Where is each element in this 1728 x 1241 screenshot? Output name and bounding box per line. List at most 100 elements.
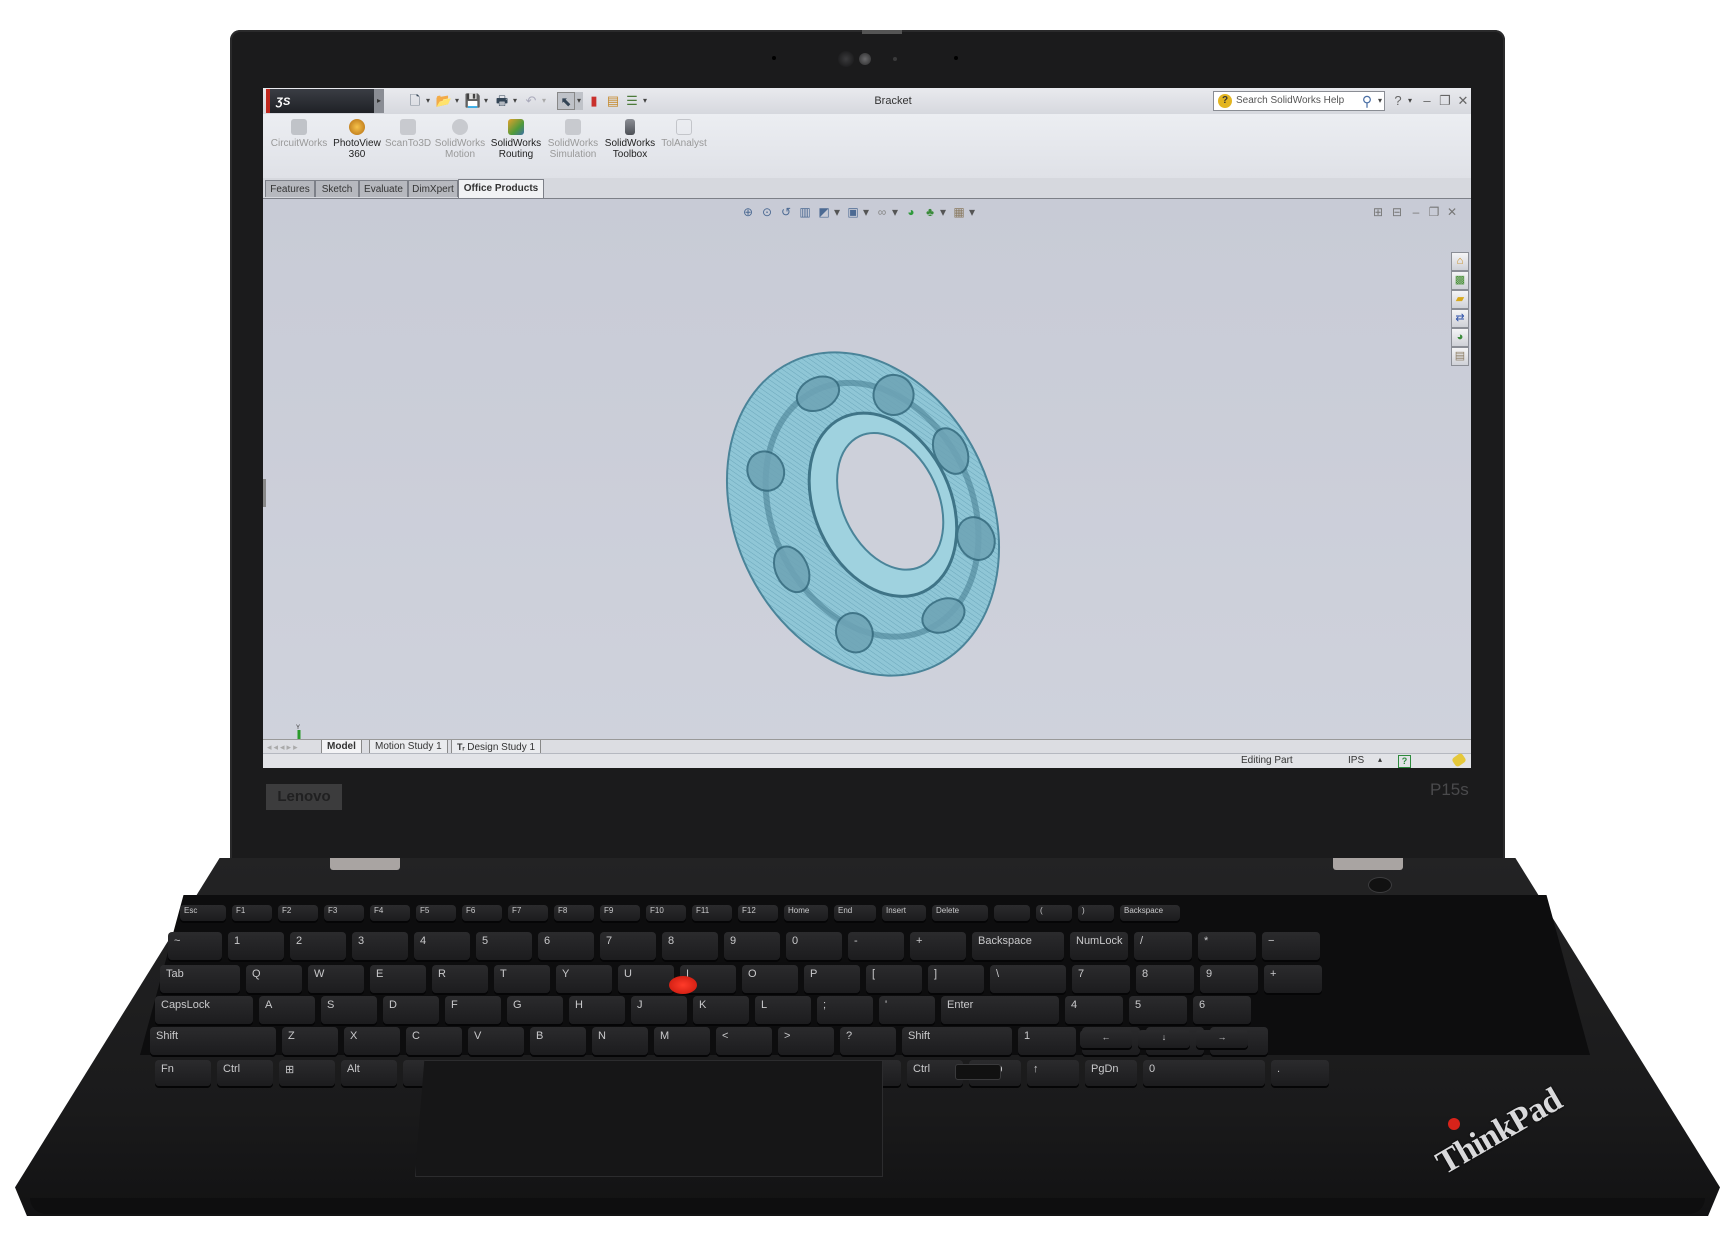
power-button[interactable]: [1368, 877, 1392, 893]
solidworks-resources-icon[interactable]: ⌂: [1451, 252, 1469, 271]
microphone: [954, 56, 958, 60]
print-icon[interactable]: 🖶: [493, 92, 511, 110]
keyboard-deck: [140, 895, 1590, 1055]
select-dropdown[interactable]: ▾: [575, 92, 583, 110]
apply-scene-dropdown[interactable]: ▾: [939, 204, 947, 220]
options-icon[interactable]: ☰: [623, 92, 641, 110]
undo-dropdown[interactable]: ▾: [540, 92, 548, 110]
help-question-icon: ?: [1218, 94, 1232, 108]
print-dropdown[interactable]: ▾: [511, 92, 519, 110]
tab-label: Design Study 1: [467, 742, 536, 753]
view-orientation-dropdown[interactable]: ▾: [833, 204, 841, 220]
custom-properties-icon[interactable]: ▤: [1451, 347, 1469, 366]
menu-expand-arrow[interactable]: ▸: [374, 89, 384, 113]
quick-tips-icon[interactable]: ?: [1398, 755, 1411, 768]
tab-office-products[interactable]: Office Products: [458, 179, 544, 198]
display-style-dropdown[interactable]: ▾: [862, 204, 870, 220]
ds-logo-icon: ƷS: [276, 96, 291, 108]
cmd-label: SolidWorks: [434, 138, 486, 149]
status-mode: Editing Part: [1241, 755, 1293, 766]
tab-scroll-arrows[interactable]: ◂◂◂▸▸: [267, 741, 321, 753]
previous-view-icon[interactable]: ↺: [778, 204, 794, 220]
routing-icon: [508, 119, 524, 135]
cmd-circuitworks[interactable]: CircuitWorks: [269, 117, 329, 175]
cmd-label-line2: Toolbox: [612, 149, 648, 160]
cmd-scanto3d[interactable]: ScanTo3D: [385, 117, 431, 175]
y-axis-label: Y: [296, 725, 300, 731]
rebuild-icon[interactable]: ▮: [585, 92, 603, 110]
fingerprint-reader[interactable]: [955, 1064, 1001, 1080]
tab-design-study-1[interactable]: Tᵣ Design Study 1: [451, 740, 542, 754]
search-icon[interactable]: ⚲: [1358, 92, 1376, 110]
tab-sketch[interactable]: Sketch: [315, 180, 359, 197]
command-manager-tabs: Features Sketch Evaluate DimXpert Office…: [263, 178, 1471, 199]
solidworks-menu-button[interactable]: ƷS SOLIDWORKS: [266, 89, 374, 133]
cmd-solidworks-simulation[interactable]: SolidWorks Simulation: [545, 117, 601, 175]
minimize-button[interactable]: ‒: [1418, 91, 1436, 111]
cmd-photoview-360[interactable]: PhotoView 360: [331, 117, 383, 175]
edit-appearance-icon[interactable]: ◕: [903, 204, 919, 220]
save-dropdown[interactable]: ▾: [482, 92, 490, 110]
viewport-restore-button[interactable]: ❐: [1426, 204, 1442, 220]
viewport-minimize-button[interactable]: ‒: [1408, 204, 1424, 220]
viewport-close-button[interactable]: ✕: [1444, 204, 1460, 220]
tab-motion-study-1[interactable]: Motion Study 1: [369, 740, 448, 754]
hide-show-dropdown[interactable]: ▾: [891, 204, 899, 220]
title-bar: ƷS SOLIDWORKS ▸ 🗋 ▾ 📂 ▾ 💾 ▾ 🖶 ▾ ↶ ▾ ⬉ ▾ …: [263, 88, 1471, 133]
cmd-tolanalyst[interactable]: TolAnalyst: [659, 117, 709, 175]
help-dropdown[interactable]: ▾: [1406, 92, 1414, 110]
split-horizontal-icon[interactable]: ⊞: [1370, 204, 1386, 220]
cmd-solidworks-motion[interactable]: SolidWorks Motion: [433, 117, 487, 175]
undo-icon[interactable]: ↶: [522, 92, 540, 110]
trackpoint[interactable]: [669, 976, 697, 994]
cmd-solidworks-toolbox[interactable]: SolidWorks Toolbox: [603, 117, 657, 175]
photoview-icon: [349, 119, 365, 135]
save-icon[interactable]: 💾: [464, 92, 482, 110]
appearances-scenes-icon[interactable]: ◕: [1451, 328, 1469, 347]
design-library-icon[interactable]: ▩: [1451, 271, 1469, 290]
help-search-placeholder: Search SolidWorks Help: [1236, 95, 1345, 106]
model-label: P15s: [1430, 780, 1469, 799]
bearing-model[interactable]: [693, 329, 1033, 699]
view-orientation-icon[interactable]: ◩: [816, 204, 832, 220]
tab-model[interactable]: Model: [321, 740, 362, 754]
cmd-label-line2: Motion: [444, 149, 475, 160]
select-icon[interactable]: ⬉: [557, 92, 575, 110]
view-settings-dropdown[interactable]: ▾: [968, 204, 976, 220]
cmd-label: SolidWorks: [604, 138, 656, 149]
panel-splitter-handle[interactable]: [263, 479, 266, 507]
display-style-icon[interactable]: ▣: [845, 204, 861, 220]
restore-button[interactable]: ❐: [1436, 91, 1454, 111]
open-icon[interactable]: 📂: [435, 92, 453, 110]
apply-scene-icon[interactable]: ♣: [922, 204, 938, 220]
view-settings-icon[interactable]: ▦: [951, 204, 967, 220]
zoom-to-fit-icon[interactable]: ⊕: [740, 204, 756, 220]
split-vertical-icon[interactable]: ⊟: [1389, 204, 1405, 220]
units-selector[interactable]: IPS: [1348, 755, 1364, 766]
file-explorer-icon[interactable]: ▰: [1451, 290, 1469, 309]
status-bar: Editing Part IPS ▴ ?: [263, 752, 1471, 768]
open-dropdown[interactable]: ▾: [453, 92, 461, 110]
cmd-label: ScanTo3D: [385, 138, 432, 149]
screen: ƷS SOLIDWORKS ▸ 🗋 ▾ 📂 ▾ 💾 ▾ 🖶 ▾ ↶ ▾ ⬉ ▾ …: [263, 88, 1471, 768]
section-view-icon[interactable]: ▥: [797, 204, 813, 220]
view-palette-icon[interactable]: ⇄: [1451, 309, 1469, 328]
zoom-to-area-icon[interactable]: ⊙: [759, 204, 775, 220]
tab-dimxpert[interactable]: DimXpert: [408, 180, 458, 197]
search-dropdown[interactable]: ▾: [1376, 92, 1384, 110]
cmd-solidworks-routing[interactable]: SolidWorks Routing: [489, 117, 543, 175]
touchpad[interactable]: [415, 1060, 883, 1177]
ir-camera: [859, 53, 871, 65]
help-icon[interactable]: ?: [1389, 91, 1407, 111]
close-button[interactable]: ✕: [1454, 91, 1471, 111]
file-properties-icon[interactable]: ▤: [604, 92, 622, 110]
thinkpad-logo-dot: [1448, 1118, 1460, 1130]
new-dropdown[interactable]: ▾: [424, 92, 432, 110]
tab-features[interactable]: Features: [265, 180, 315, 197]
units-dropdown-arrow[interactable]: ▴: [1378, 755, 1382, 764]
new-document-icon[interactable]: 🗋: [406, 92, 424, 110]
tab-evaluate[interactable]: Evaluate: [359, 180, 408, 197]
options-dropdown[interactable]: ▾: [641, 92, 649, 110]
hide-show-items-icon[interactable]: ∞: [874, 204, 890, 220]
graphics-area[interactable]: ⊕ ⊙ ↺ ▥ ◩ ▾ ▣ ▾ ∞ ▾ ◕ ♣ ▾ ▦ ▾ ⊞ ⊟ ‒ ❐ ✕ …: [263, 199, 1471, 768]
